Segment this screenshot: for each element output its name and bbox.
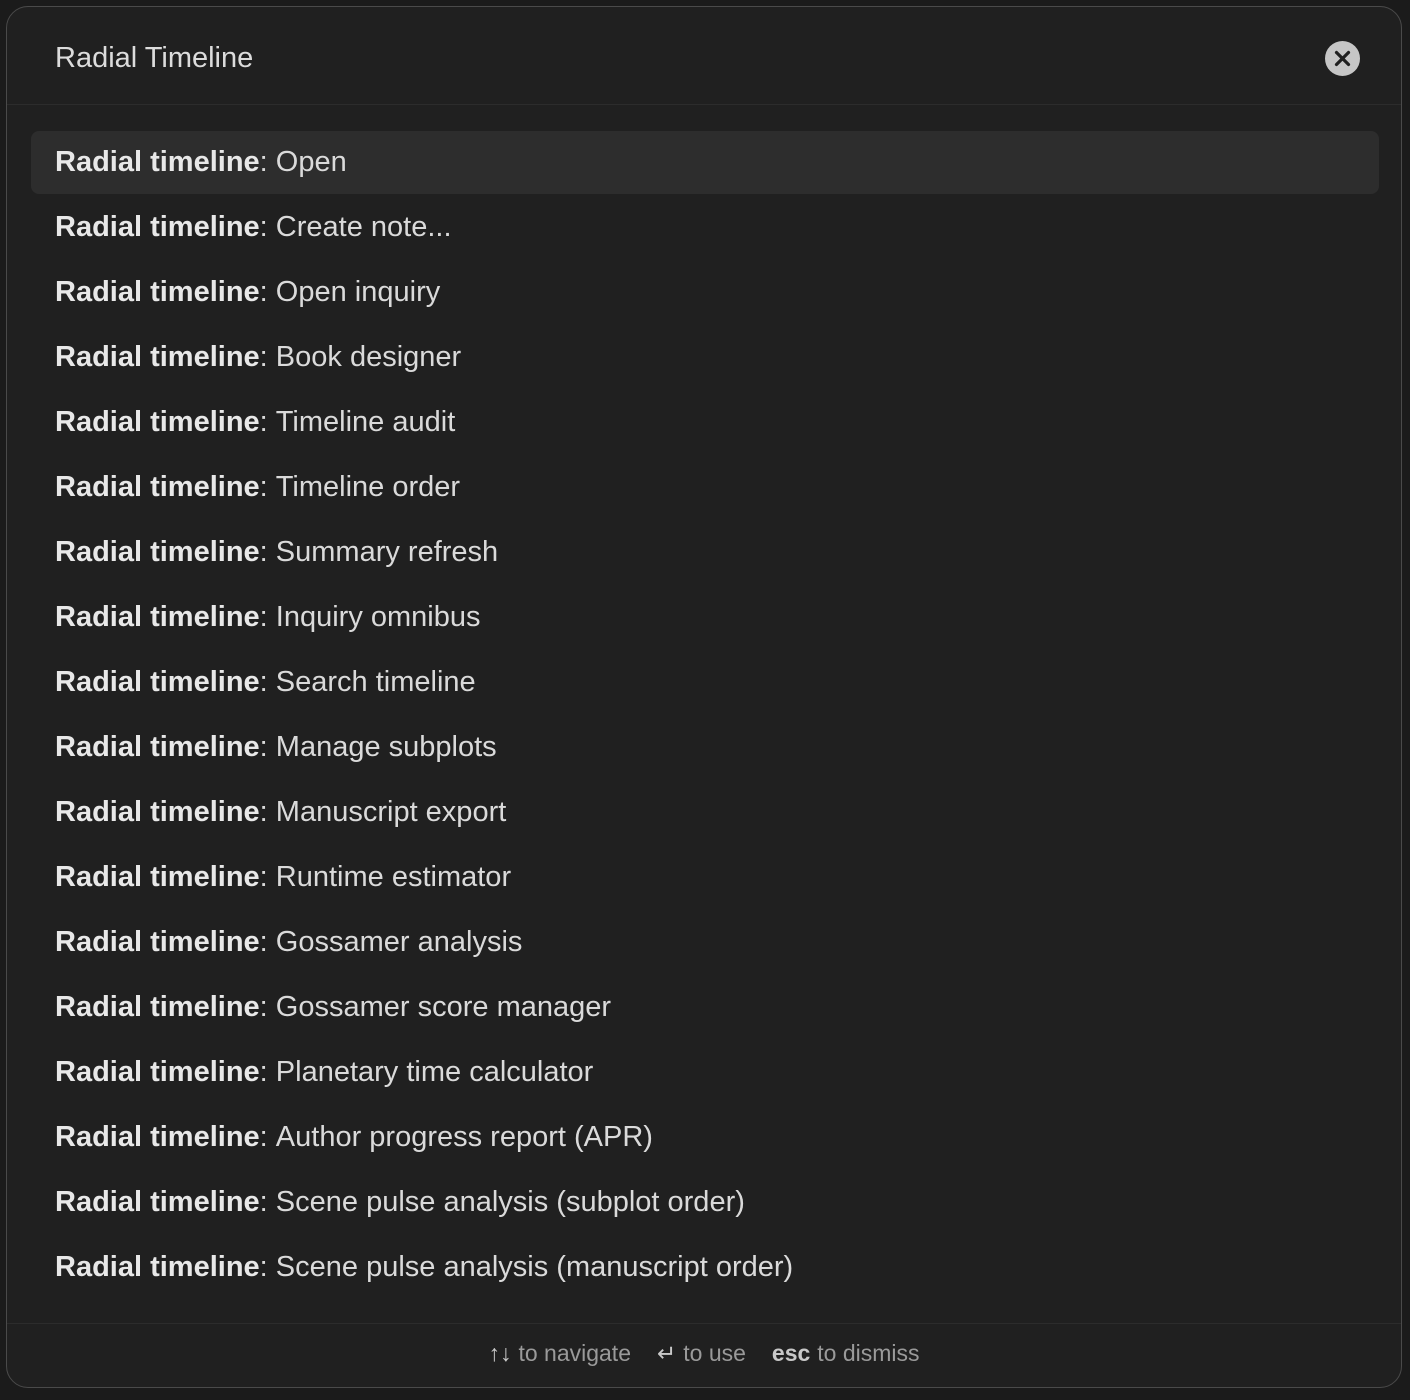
command-separator: :: [259, 926, 276, 958]
command-item[interactable]: Radial timeline: Author progress report …: [31, 1106, 1379, 1169]
command-list: Radial timeline: Open Radial timeline: Cr…: [31, 131, 1379, 1301]
command-prefix: Radial timeline: [55, 601, 260, 633]
command-prefix: Radial timeline: [55, 341, 260, 373]
command-separator: :: [259, 861, 276, 893]
command-separator: :: [259, 341, 276, 373]
command-separator: :: [259, 536, 276, 568]
command-prefix: Radial timeline: [55, 471, 260, 503]
command-label: Open: [275, 146, 347, 178]
command-label: Scene pulse analysis (manuscript order): [275, 1251, 794, 1283]
command-label: Book designer: [275, 341, 462, 373]
command-label: Manuscript export: [275, 796, 507, 828]
command-label: Summary refresh: [275, 536, 499, 568]
command-prefix: Radial timeline: [55, 406, 260, 438]
command-prefix: Radial timeline: [55, 1251, 260, 1283]
command-item[interactable]: Radial timeline: Search timeline: [31, 651, 1379, 714]
command-separator: :: [259, 601, 276, 633]
command-label: Open inquiry: [275, 276, 441, 308]
command-label: Manage subplots: [275, 731, 497, 763]
command-item[interactable]: Radial timeline: Summary refresh: [31, 521, 1379, 584]
dismiss-hint-text: to dismiss: [817, 1340, 920, 1366]
command-prefix: Radial timeline: [55, 1056, 260, 1088]
use-hint: ↵ to use: [657, 1340, 746, 1367]
use-hint-text: to use: [683, 1340, 746, 1366]
command-label: Planetary time calculator: [275, 1056, 594, 1088]
dismiss-hint: esc to dismiss: [772, 1340, 920, 1367]
command-separator: :: [259, 471, 276, 503]
command-item[interactable]: Radial timeline: Planetary time calculat…: [31, 1041, 1379, 1104]
enter-icon: ↵: [656, 1340, 677, 1366]
command-palette-modal: Radial Timeline Radial timeline: Open Rad…: [6, 6, 1402, 1388]
command-prefix: Radial timeline: [55, 1186, 260, 1218]
command-separator: :: [259, 666, 276, 698]
navigate-hint-text: to navigate: [518, 1340, 631, 1366]
command-label: Scene pulse analysis (subplot order): [275, 1186, 745, 1218]
command-label: Runtime estimator: [275, 861, 512, 893]
command-item[interactable]: Radial timeline: Scene pulse analysis (m…: [31, 1236, 1379, 1299]
command-item[interactable]: Radial timeline: Gossamer analysis: [31, 911, 1379, 974]
command-separator: :: [259, 211, 276, 243]
command-prefix: Radial timeline: [55, 276, 260, 308]
command-separator: :: [259, 731, 276, 763]
command-item[interactable]: Radial timeline: Manuscript export: [31, 781, 1379, 844]
command-separator: :: [259, 146, 276, 178]
arrows-icon: ↑↓: [488, 1340, 512, 1366]
command-label: Gossamer score manager: [275, 991, 612, 1023]
command-prefix: Radial timeline: [55, 926, 260, 958]
command-label: Search timeline: [275, 666, 476, 698]
command-item[interactable]: Radial timeline: Scene pulse analysis (s…: [31, 1171, 1379, 1234]
command-item[interactable]: Radial timeline: Book designer: [31, 326, 1379, 389]
close-button[interactable]: [1325, 41, 1360, 76]
command-prefix: Radial timeline: [55, 211, 260, 243]
command-item[interactable]: Radial timeline: Timeline audit: [31, 391, 1379, 454]
command-separator: :: [259, 1251, 276, 1283]
command-label: Inquiry omnibus: [275, 601, 481, 633]
modal-title: Radial Timeline: [55, 42, 254, 74]
command-prefix: Radial timeline: [55, 536, 260, 568]
command-label: Author progress report (APR): [275, 1121, 653, 1153]
command-prefix: Radial timeline: [55, 146, 260, 178]
command-separator: :: [259, 1186, 276, 1218]
command-prefix: Radial timeline: [55, 666, 260, 698]
command-item[interactable]: Radial timeline: Open: [31, 131, 1379, 194]
command-prefix: Radial timeline: [55, 861, 260, 893]
command-prefix: Radial timeline: [55, 1121, 260, 1153]
command-separator: :: [259, 406, 276, 438]
command-item[interactable]: Radial timeline: Inquiry omnibus: [31, 586, 1379, 649]
command-label: Gossamer analysis: [275, 926, 523, 958]
close-icon: [1334, 50, 1351, 67]
command-label: Timeline audit: [275, 406, 456, 438]
command-separator: :: [259, 276, 276, 308]
esc-key: esc: [771, 1340, 811, 1366]
command-prefix: Radial timeline: [55, 991, 260, 1023]
navigate-hint: ↑↓ to navigate: [488, 1340, 631, 1367]
command-separator: :: [259, 991, 276, 1023]
modal-header: Radial Timeline: [7, 7, 1401, 105]
command-item[interactable]: Radial timeline: Create note...: [31, 196, 1379, 259]
command-separator: :: [259, 796, 276, 828]
command-separator: :: [259, 1121, 276, 1153]
command-separator: :: [259, 1056, 276, 1088]
command-label: Timeline order: [275, 471, 461, 503]
command-item[interactable]: Radial timeline: Runtime estimator: [31, 846, 1379, 909]
command-label: Create note...: [275, 211, 452, 243]
command-item[interactable]: Radial timeline: Gossamer score manager: [31, 976, 1379, 1039]
command-item[interactable]: Radial timeline: Timeline order: [31, 456, 1379, 519]
command-item[interactable]: Radial timeline: Manage subplots: [31, 716, 1379, 779]
command-item[interactable]: Radial timeline: Open inquiry: [31, 261, 1379, 324]
command-prefix: Radial timeline: [55, 731, 260, 763]
command-prefix: Radial timeline: [55, 796, 260, 828]
modal-footer: ↑↓ to navigate ↵ to use esc to dismiss: [7, 1323, 1401, 1387]
